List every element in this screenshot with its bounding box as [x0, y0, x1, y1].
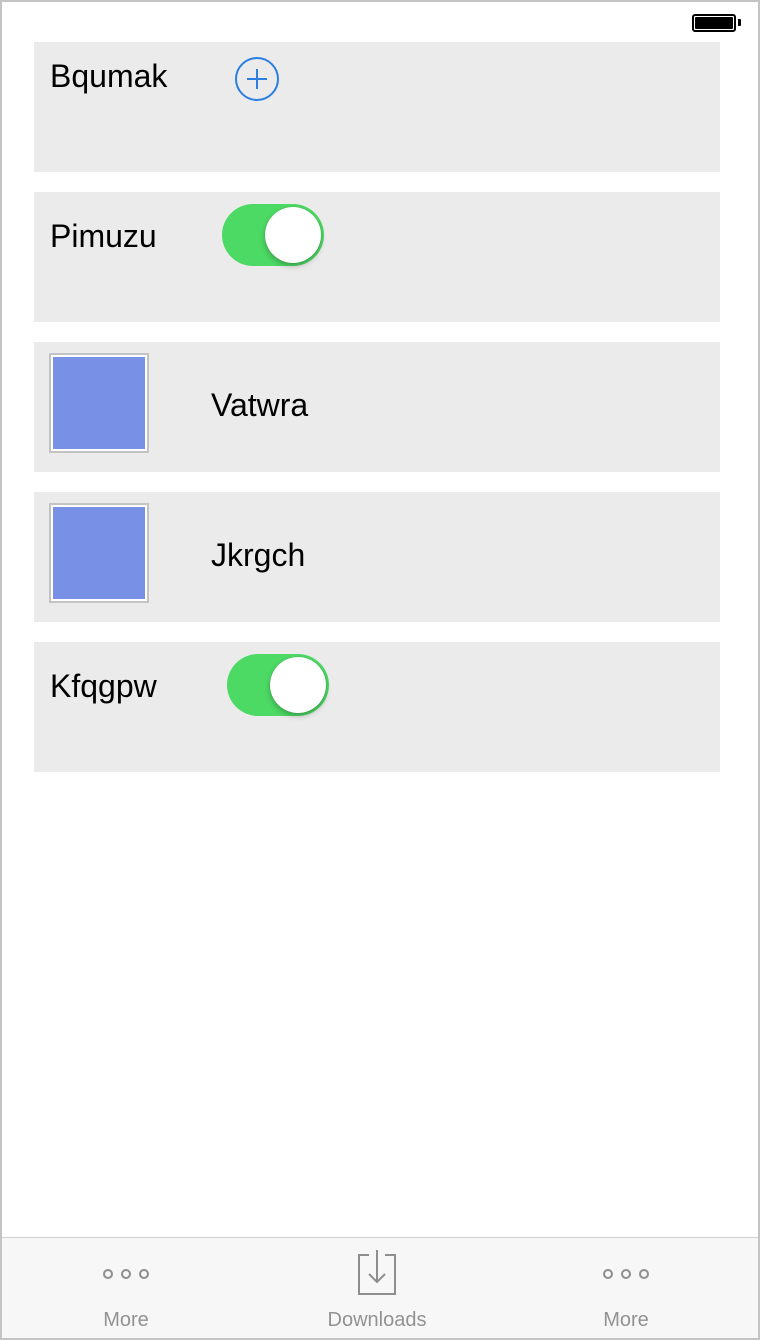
row-label: Vatwra: [211, 387, 309, 423]
row-label: Kfqgpw: [50, 668, 157, 704]
phone-screen: Bqumak Pimuzu Vatwra Jkrgch Kfqgpw More …: [0, 0, 760, 1340]
color-swatch[interactable]: [49, 503, 149, 603]
tab-more-right[interactable]: More: [546, 1238, 706, 1338]
tab-label: More: [103, 1309, 149, 1331]
plus-circle-icon: [247, 69, 267, 89]
more-dots-icon: [603, 1269, 649, 1279]
list-row-kfqgpw: Kfqgpw: [34, 642, 720, 772]
tab-downloads[interactable]: Downloads: [297, 1238, 457, 1338]
tab-more-left[interactable]: More: [46, 1238, 206, 1338]
tab-label: Downloads: [327, 1309, 427, 1331]
row-label: Bqumak: [50, 58, 168, 94]
pimuzu-toggle[interactable]: [222, 204, 324, 266]
toggle-knob: [265, 207, 321, 263]
more-dots-icon: [103, 1269, 149, 1279]
download-icon: [358, 1250, 396, 1295]
list-row-jkrgch: Jkrgch: [34, 492, 720, 622]
list-row-bqumak: Bqumak: [34, 42, 720, 172]
toggle-knob: [270, 657, 326, 713]
tab-bar: More Downloads More: [2, 1237, 758, 1338]
row-label: Jkrgch: [211, 537, 306, 573]
row-label: Pimuzu: [50, 218, 157, 254]
battery-tip: [738, 19, 741, 26]
color-swatch[interactable]: [49, 353, 149, 453]
battery-icon: [692, 14, 736, 32]
kfqgpw-toggle[interactable]: [227, 654, 329, 716]
status-bar: [2, 2, 758, 42]
add-button[interactable]: [235, 57, 279, 101]
color-swatch-fill: [53, 507, 145, 599]
tab-label: More: [603, 1309, 649, 1331]
color-swatch-fill: [53, 357, 145, 449]
list-row-vatwra: Vatwra: [34, 342, 720, 472]
list-row-pimuzu: Pimuzu: [34, 192, 720, 322]
battery-level: [695, 17, 733, 29]
